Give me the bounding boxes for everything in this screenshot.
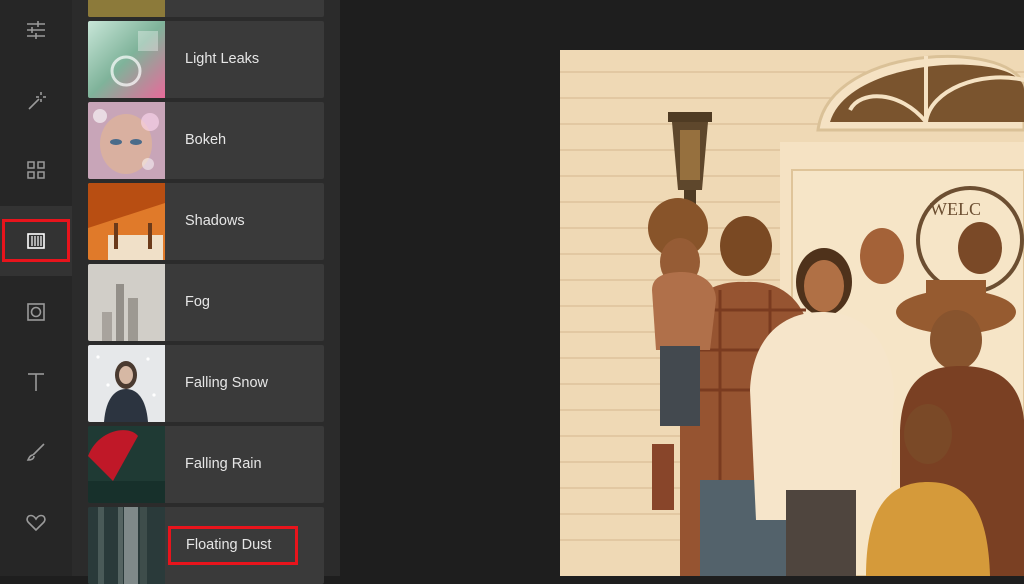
- bokeh-thumbnail: [88, 102, 165, 179]
- floating-dust-thumbnail: [88, 507, 165, 584]
- overlay-item-fog[interactable]: Fog: [88, 264, 324, 341]
- overlay-item-shadows[interactable]: Shadows: [88, 183, 324, 260]
- overlay-panel: Light Leaks Bokeh Shadows Fog Falling Sn…: [72, 0, 340, 584]
- overlay-item-bokeh[interactable]: Bokeh: [88, 102, 324, 179]
- tool-rail: [0, 0, 72, 576]
- overlay-item-floating-dust[interactable]: Floating Dust: [88, 507, 324, 584]
- overlay-item-label: Falling Rain: [185, 456, 262, 472]
- fog-thumbnail: [88, 264, 165, 341]
- collage-tool-button[interactable]: [0, 135, 72, 205]
- magic-wand-icon: [28, 92, 46, 110]
- falling-snow-thumbnail: [88, 345, 165, 422]
- overlay-tool-button[interactable]: [0, 206, 72, 276]
- light-leaks-thumbnail: [88, 21, 165, 98]
- overlay-item-label: Light Leaks: [185, 51, 260, 67]
- highlight-box: [2, 219, 70, 262]
- adjust-tool-button[interactable]: [0, 0, 72, 65]
- brush-icon: [26, 443, 45, 461]
- partial-thumbnail: [88, 0, 165, 17]
- sliders-icon: [27, 21, 45, 39]
- text-tool-button[interactable]: [0, 347, 72, 417]
- draw-tool-button[interactable]: [0, 417, 72, 487]
- favorites-tool-button[interactable]: [0, 487, 72, 557]
- effects-tool-button[interactable]: [0, 66, 72, 136]
- heart-icon: [26, 514, 46, 532]
- list-item-partial[interactable]: [88, 0, 324, 17]
- shadows-thumbnail: [88, 183, 165, 260]
- overlay-item-label: Shadows: [185, 213, 245, 229]
- overlay-item-label: Bokeh: [185, 132, 227, 148]
- falling-rain-thumbnail: [88, 426, 165, 503]
- frame-icon: [27, 303, 45, 321]
- overlay-item-label: Falling Snow: [185, 375, 269, 391]
- overlay-item-label: Floating Dust: [186, 537, 272, 553]
- frame-tool-button[interactable]: [0, 277, 72, 347]
- text-icon: [28, 373, 44, 391]
- overlay-item-light-leaks[interactable]: Light Leaks: [88, 21, 324, 98]
- overlay-item-falling-snow[interactable]: Falling Snow: [88, 345, 324, 422]
- overlay-item-label: Fog: [185, 294, 210, 310]
- overlay-item-falling-rain[interactable]: Falling Rain: [88, 426, 324, 503]
- grid-icon: [27, 161, 45, 179]
- photo-canvas[interactable]: WELC: [340, 0, 1024, 576]
- edited-photo[interactable]: WELC: [560, 50, 1024, 576]
